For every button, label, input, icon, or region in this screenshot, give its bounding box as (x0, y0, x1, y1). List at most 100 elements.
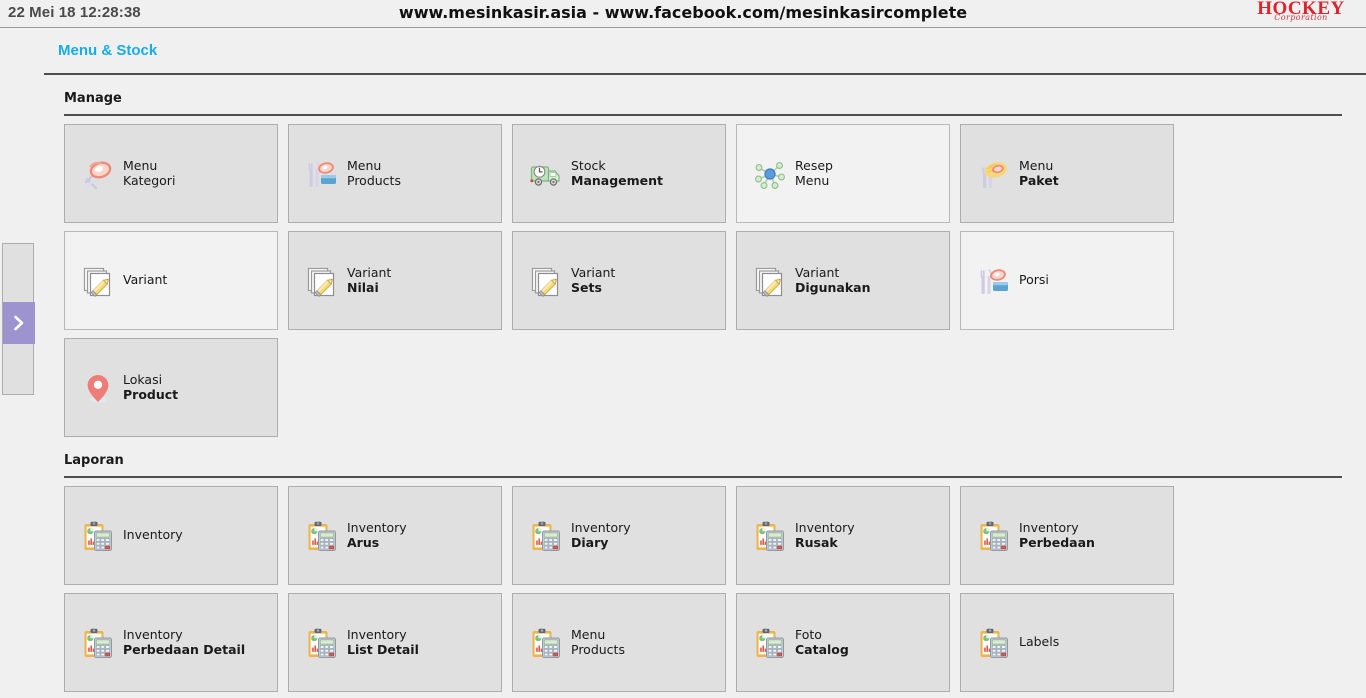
section-laporan: Laporan Inventory Inventory Arus Invento… (0, 437, 1366, 698)
clipboard-report-icon (753, 519, 787, 553)
tile-label: Inventory Diary (571, 520, 631, 550)
pasta-icon (977, 157, 1011, 191)
clipboard-report-icon (81, 519, 115, 553)
tile-stock-management[interactable]: Stock Management (512, 124, 726, 223)
tile-porsi[interactable]: Porsi (960, 231, 1174, 330)
tile-label-line1: Inventory (123, 527, 183, 543)
meal-icon (977, 264, 1011, 298)
tile-label: Inventory Rusak (795, 520, 855, 550)
tile-lokasi-product[interactable]: Lokasi Product (64, 338, 278, 437)
tile-label-line2: Menu (795, 172, 830, 188)
tab-menu-and-stock[interactable]: Menu & Stock (44, 28, 171, 59)
tile-grid: Menu Kategori Menu Products Stock Managemen… (64, 124, 1342, 437)
tile-label: Lokasi Product (123, 372, 179, 402)
tile-inventory-list-detail[interactable]: Inventory List Detail (288, 593, 502, 692)
tile-foto-catalog[interactable]: Foto Catalog (736, 593, 950, 692)
tile-label: Variant Nilai (347, 265, 392, 295)
tile-resep-menu[interactable]: Resep Menu (736, 124, 950, 223)
map-pin-icon (81, 371, 115, 405)
tile-label-line2: Kategori (123, 172, 176, 188)
tile-label-line1: Menu (123, 158, 158, 173)
hockey-corporation-logo: HOCKEY Corporation (1242, 0, 1360, 27)
tile-label: Foto Catalog (795, 627, 849, 657)
content-area: Manage Menu Kategori Menu Products Stock Ma… (0, 75, 1366, 698)
clipboard-report-icon (977, 519, 1011, 553)
meal-icon (305, 157, 339, 191)
tile-inventory-perbedaan[interactable]: Inventory Perbedaan (960, 486, 1174, 585)
pages-edit-icon (305, 264, 339, 298)
tile-label-line2: Diary (571, 534, 609, 550)
tile-label-line1: Inventory (123, 627, 183, 642)
clipboard-report-icon (977, 626, 1011, 660)
tile-inventory-diary[interactable]: Inventory Diary (512, 486, 726, 585)
tile-menu-kategori[interactable]: Menu Kategori (64, 124, 278, 223)
clipboard-report-icon (305, 519, 339, 553)
tile-variant-nilai[interactable]: Variant Nilai (288, 231, 502, 330)
tile-label-line1: Inventory (571, 520, 631, 535)
tile-label-line2: Sets (571, 279, 602, 295)
tile-label: Variant (123, 273, 167, 288)
tile-label: Labels (1019, 635, 1059, 650)
tile-label-line1: Variant (347, 265, 392, 280)
tile-inventory-arus[interactable]: Inventory Arus (288, 486, 502, 585)
tile-label-line1: Porsi (1019, 272, 1049, 288)
tile-label: Resep Menu (795, 158, 833, 188)
tile-label-line2: Arus (347, 534, 380, 550)
tile-menu-products[interactable]: Menu Products (288, 124, 502, 223)
clipboard-report-icon (81, 626, 115, 660)
tile-label: Menu Kategori (123, 158, 176, 188)
tile-label-line2: Product (123, 386, 179, 402)
tile-menu-products[interactable]: Menu Products (512, 593, 726, 692)
tile-label-line1: Inventory (347, 520, 407, 535)
tile-label-line1: Menu (571, 627, 606, 642)
tab-strip: Menu & Stock (0, 28, 1366, 75)
tile-label: Menu Products (571, 627, 625, 657)
tile-labels[interactable]: Labels (960, 593, 1174, 692)
tile-menu-paket[interactable]: Menu Paket (960, 124, 1174, 223)
tile-label: Porsi (1019, 273, 1049, 288)
tile-label-line1: Inventory (347, 627, 407, 642)
tile-label: Variant Sets (571, 265, 616, 295)
tile-label-line1: Menu (1019, 158, 1054, 173)
tile-label-line1: Labels (1019, 634, 1060, 650)
tile-grid: Inventory Inventory Arus Inventory Diary… (64, 486, 1342, 698)
tile-label-line1: Variant (123, 272, 168, 288)
section-title: Laporan (64, 453, 124, 468)
section-manage: Manage Menu Kategori Menu Products Stock Ma… (0, 75, 1366, 437)
tile-label-line1: Lokasi (123, 372, 163, 387)
section-divider (64, 476, 1342, 478)
tile-label-line1: Stock (571, 158, 606, 173)
tile-label-line2: Management (571, 172, 664, 188)
tile-label-line2: Rusak (795, 534, 838, 550)
tile-label-line2: Nilai (347, 279, 379, 295)
section-divider (64, 114, 1342, 116)
tile-variant-sets[interactable]: Variant Sets (512, 231, 726, 330)
section-title: Manage (64, 91, 122, 106)
site-title: www.mesinkasir.asia - www.facebook.com/m… (398, 3, 968, 22)
tile-label: Menu Paket (1019, 158, 1059, 188)
tile-inventory[interactable]: Inventory (64, 486, 278, 585)
tile-inventory-perbedaan-detail[interactable]: Inventory Perbedaan Detail (64, 593, 278, 692)
tile-label: Inventory Perbedaan (1019, 520, 1095, 550)
tile-label: Stock Management (571, 158, 664, 188)
tile-label-line1: Resep (795, 158, 833, 173)
tile-inventory-rusak[interactable]: Inventory Rusak (736, 486, 950, 585)
tile-label: Inventory Arus (347, 520, 407, 550)
top-bar: 22 Mei 18 12:28:38 www.mesinkasir.asia -… (0, 0, 1366, 28)
tile-label: Menu Products (347, 158, 401, 188)
tile-label: Inventory List Detail (347, 627, 419, 657)
tile-label-line2: Products (347, 172, 401, 188)
tile-label-line2: List Detail (347, 641, 419, 657)
pages-edit-icon (753, 264, 787, 298)
tile-label-line2: Perbedaan (1019, 534, 1095, 550)
tile-variant[interactable]: Variant (64, 231, 278, 330)
tile-label-line2: Products (571, 641, 625, 657)
tile-label-line1: Variant (795, 265, 840, 280)
tile-label: Inventory (123, 528, 183, 543)
tile-label-line1: Variant (571, 265, 616, 280)
tile-label-line1: Inventory (795, 520, 855, 535)
tile-label: Inventory Perbedaan Detail (123, 627, 245, 657)
tile-variant-digunakan[interactable]: Variant Digunakan (736, 231, 950, 330)
tile-label: Variant Digunakan (795, 265, 871, 295)
pages-edit-icon (81, 264, 115, 298)
